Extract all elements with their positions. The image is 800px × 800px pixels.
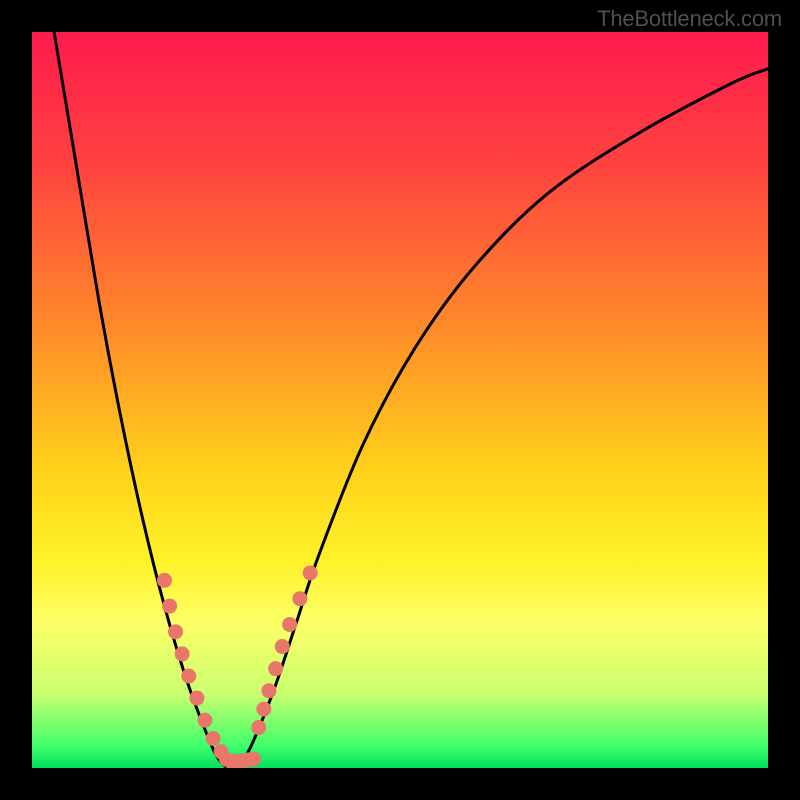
sample-dot	[292, 591, 307, 606]
sample-dot	[268, 661, 283, 676]
plot-area	[32, 32, 768, 768]
chart-frame: TheBottleneck.com	[0, 0, 800, 800]
sample-dot	[246, 752, 261, 767]
sample-dot	[157, 573, 172, 588]
watermark-text: TheBottleneck.com	[597, 6, 782, 32]
sample-dot	[189, 691, 204, 706]
sample-dot	[261, 683, 276, 698]
sample-dot	[303, 565, 318, 580]
sample-dot	[197, 713, 212, 728]
sample-dot	[282, 617, 297, 632]
gradient-background	[32, 32, 768, 768]
sample-dot	[256, 702, 271, 717]
sample-dot	[206, 731, 221, 746]
sample-dot	[251, 720, 266, 735]
sample-dot	[162, 599, 177, 614]
chart-svg	[32, 32, 768, 768]
sample-dot	[275, 639, 290, 654]
sample-dot	[181, 669, 196, 684]
sample-dot	[168, 624, 183, 639]
sample-dot	[175, 646, 190, 661]
